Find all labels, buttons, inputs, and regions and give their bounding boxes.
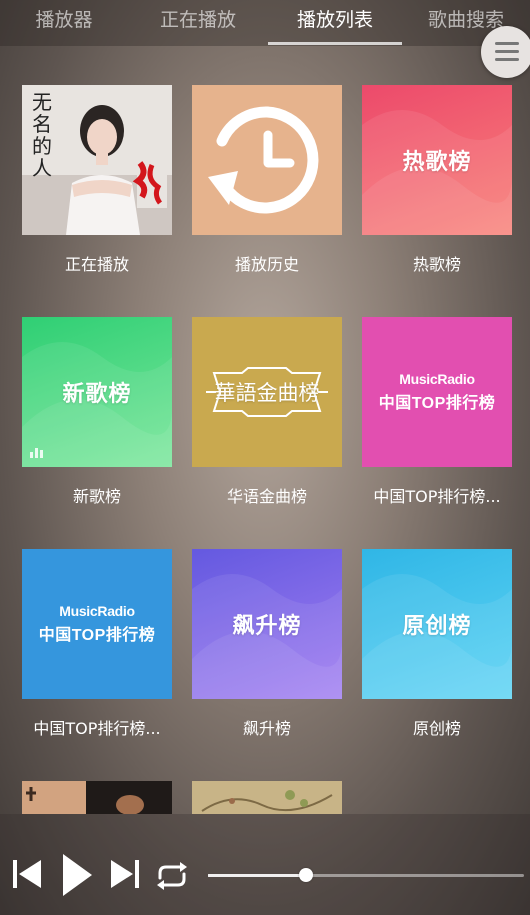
- repeat-icon: [157, 862, 187, 890]
- progress-fill: [208, 874, 306, 877]
- soaring-cover: 飙升榜: [192, 549, 342, 699]
- playlist-tile-painting[interactable]: [192, 781, 342, 814]
- now-playing-bars-icon: [30, 448, 43, 458]
- cover-title: 中国TOP排行榜: [38, 627, 156, 644]
- cover-title: 華語金曲榜: [214, 381, 320, 405]
- tile-caption: 中国TOP排行榜...: [373, 487, 501, 506]
- playlist-tile-new-songs[interactable]: 新歌榜 新歌榜: [22, 317, 172, 507]
- original-cover: 原创榜: [362, 549, 512, 699]
- cover-title: 新歌榜: [62, 382, 132, 407]
- musicradio-logo: MusicRadio: [59, 603, 135, 619]
- progress-thumb[interactable]: [298, 868, 313, 882]
- previous-button[interactable]: [10, 857, 44, 891]
- next-button[interactable]: [108, 857, 142, 891]
- playlist-tile-now-playing[interactable]: 无名的人 正在播放: [22, 85, 172, 275]
- chinese-gold-cover: 華語金曲榜: [192, 317, 342, 467]
- photo-cover: [22, 781, 172, 814]
- playlist-grid: 无名的人 正在播放 播放历史 热歌榜 热歌榜 新歌榜 新歌榜 華語金曲榜 华语金…: [0, 46, 530, 814]
- playlist-tile-soaring[interactable]: 飙升榜 飙升榜: [192, 549, 342, 739]
- cover-title: 飙升榜: [232, 614, 302, 639]
- tab-now-playing[interactable]: 正在播放: [128, 0, 268, 46]
- playlist-tile-top-chart-1[interactable]: MusicRadio 中国TOP排行榜 中国TOP排行榜...: [362, 317, 512, 507]
- hot-songs-cover: 热歌榜: [362, 85, 512, 235]
- tile-caption: 原创榜: [412, 719, 461, 738]
- skip-next-icon: [111, 860, 139, 888]
- tile-caption: 热歌榜: [412, 255, 461, 274]
- tile-caption: 正在播放: [64, 255, 129, 274]
- play-icon: [63, 854, 92, 896]
- top-tab-bar: 播放器 正在播放 播放列表 歌曲搜索: [0, 0, 530, 46]
- top-chart-cover: MusicRadio 中国TOP排行榜: [22, 549, 172, 699]
- album-art-title: 无名的人: [32, 90, 52, 180]
- tile-caption: 中国TOP排行榜...: [33, 719, 161, 738]
- top-chart-cover: MusicRadio 中国TOP排行榜: [362, 317, 512, 467]
- playlist-tile-photo[interactable]: [22, 781, 172, 814]
- playlist-tile-hot-songs[interactable]: 热歌榜 热歌榜: [362, 85, 512, 275]
- cover-title: 原创榜: [402, 614, 472, 639]
- history-cover: [192, 85, 342, 235]
- playlist-tile-original[interactable]: 原创榜 原创榜: [362, 549, 512, 739]
- cover-title: 热歌榜: [402, 150, 472, 175]
- tile-caption: 华语金曲榜: [226, 487, 307, 506]
- hamburger-menu-icon: [495, 42, 519, 45]
- tile-caption: 播放历史: [234, 255, 299, 274]
- tile-caption: 飙升榜: [242, 719, 291, 738]
- history-icon: [208, 106, 319, 214]
- musicradio-logo: MusicRadio: [399, 371, 475, 387]
- playlist-tile-top-chart-2[interactable]: MusicRadio 中国TOP排行榜 中国TOP排行榜...: [22, 549, 172, 739]
- tab-player[interactable]: 播放器: [0, 0, 128, 46]
- cover-title: 中国TOP排行榜: [378, 395, 496, 412]
- new-songs-cover: 新歌榜: [22, 317, 172, 467]
- tab-playlist[interactable]: 播放列表: [268, 0, 402, 46]
- painting-cover: [192, 781, 342, 814]
- tile-caption: 新歌榜: [72, 487, 121, 506]
- playlist-tile-chinese-gold[interactable]: 華語金曲榜 华语金曲榜: [192, 317, 342, 507]
- playlist-tile-history[interactable]: 播放历史: [192, 85, 342, 275]
- progress-slider[interactable]: [208, 868, 524, 882]
- skip-previous-icon: [13, 860, 41, 888]
- repeat-button[interactable]: [154, 860, 190, 892]
- play-button[interactable]: [60, 852, 94, 898]
- album-cover: 无名的人: [22, 85, 172, 235]
